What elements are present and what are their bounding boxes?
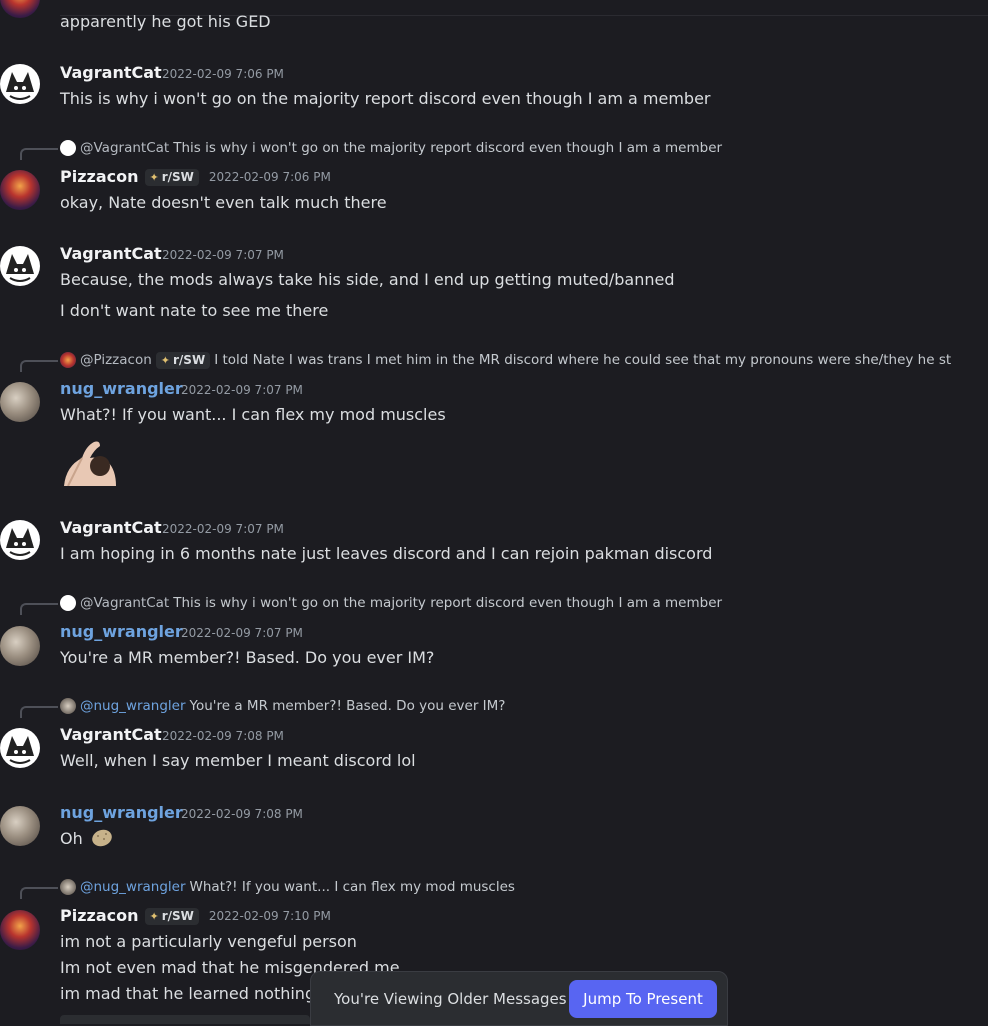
server-tag[interactable]: ✦ r/SW [144,168,199,186]
timestamp[interactable]: 2022-02-09 7:08 PM [181,804,303,824]
avatar[interactable] [0,520,40,560]
cat-avatar-icon [60,595,76,611]
username[interactable]: nug_wrangler [60,622,183,642]
older-messages-banner: You're Viewing Older Messages Jump To Pr… [310,971,728,1026]
reply-username[interactable]: @nug_wrangler [80,698,186,714]
message-text: okay, Nate doesn't even talk much there [60,193,387,212]
reply-text: What?! If you want... I can flex my mod … [189,879,515,895]
reply-preview[interactable]: @nug_wrangler What?! If you want... I ca… [60,878,515,896]
reply-preview[interactable]: @VagrantCat This is why i won't go on th… [60,139,722,157]
message-text: im not a particularly vengeful person [60,932,357,951]
reply-username[interactable]: @Pizzacon [80,352,152,368]
timestamp[interactable]: 2022-02-09 7:06 PM [209,167,331,187]
avatar[interactable] [0,626,40,666]
avatar[interactable] [0,728,40,768]
username[interactable]: nug_wrangler [60,803,183,823]
username[interactable]: VagrantCat [60,244,162,264]
cat-avatar-icon [6,528,34,556]
avatar[interactable] [0,170,40,210]
reply-preview[interactable]: @VagrantCat This is why i won't go on th… [60,594,722,612]
reply-text: You're a MR member?! Based. Do you ever … [189,698,506,714]
message-text: I am hoping in 6 months nate just leaves… [60,544,713,563]
reply-username[interactable]: @VagrantCat [80,140,169,156]
server-tag[interactable]: ✦ r/SW [155,351,211,369]
reply-preview[interactable]: @nug_wrangler You're a MR member?! Based… [60,697,505,715]
message-text: What?! If you want... I can flex my mod … [60,405,446,424]
reply-text: This is why i won't go on the majority r… [173,140,723,156]
reply-spine [20,603,58,615]
username[interactable]: nug_wrangler [60,379,183,399]
attachment-preview[interactable] [60,1015,310,1024]
banner-label: You're Viewing Older Messages [334,990,567,1008]
username[interactable]: VagrantCat [60,725,162,745]
message-text: Well, when I say member I meant discord … [60,751,416,770]
reply-preview[interactable]: @Pizzacon ✦ r/SW I told Nate I was trans … [60,351,951,369]
cat-avatar-icon [6,254,34,282]
sparkle-icon: ✦ [160,353,170,367]
avatar[interactable] [0,64,40,104]
sparkle-icon: ✦ [149,909,159,923]
message-text: Because, the mods always take his side, … [60,270,675,289]
timestamp[interactable]: 2022-02-09 7:06 PM [162,64,284,84]
message-text: Oh [60,829,83,848]
username[interactable]: Pizzacon [60,167,139,187]
reply-spine [20,706,58,718]
reply-spine [20,887,58,899]
cat-avatar-icon [60,140,76,156]
avatar[interactable] [0,382,40,422]
username[interactable]: VagrantCat [60,63,162,83]
avatar [60,879,76,895]
cat-avatar-icon [6,72,34,100]
reply-text: I told Nate I was trans I met him in the… [214,352,952,368]
message-text: You're a MR member?! Based. Do you ever … [60,648,435,667]
message-text: I don't want nate to see me there [60,301,329,320]
reply-username[interactable]: @VagrantCat [80,595,169,611]
avatar[interactable] [0,910,40,950]
timestamp[interactable]: 2022-02-09 7:07 PM [162,245,284,265]
timestamp[interactable]: 2022-02-09 7:08 PM [162,726,284,746]
timestamp[interactable]: 2022-02-09 7:07 PM [162,519,284,539]
potato-emoji[interactable] [90,826,114,850]
username[interactable]: VagrantCat [60,518,162,538]
avatar[interactable] [0,246,40,286]
avatar[interactable] [0,0,40,18]
reply-username[interactable]: @nug_wrangler [80,879,186,895]
timestamp[interactable]: 2022-02-09 7:07 PM [181,380,303,400]
reply-spine [20,360,58,372]
message-text: This is why i won't go on the majority r… [60,89,711,108]
message-list[interactable]: apparently he got his GED VagrantCat 202… [0,0,988,1024]
reply-text: This is why i won't go on the majority r… [173,595,723,611]
username[interactable]: Pizzacon [60,906,139,926]
jump-to-present-button[interactable]: Jump To Present [569,980,717,1018]
avatar [60,698,76,714]
timestamp[interactable]: 2022-02-09 7:07 PM [181,623,303,643]
avatar[interactable] [0,806,40,846]
flexing-man-sticker[interactable] [60,436,118,486]
cat-avatar-icon [6,736,34,764]
avatar [60,352,76,368]
timestamp[interactable]: 2022-02-09 7:10 PM [209,906,331,926]
server-tag[interactable]: ✦ r/SW [144,907,199,925]
sparkle-icon: ✦ [149,170,159,184]
message-text: apparently he got his GED [60,12,271,31]
reply-spine [20,148,58,160]
message-text: im mad that he learned nothing [60,984,316,1003]
